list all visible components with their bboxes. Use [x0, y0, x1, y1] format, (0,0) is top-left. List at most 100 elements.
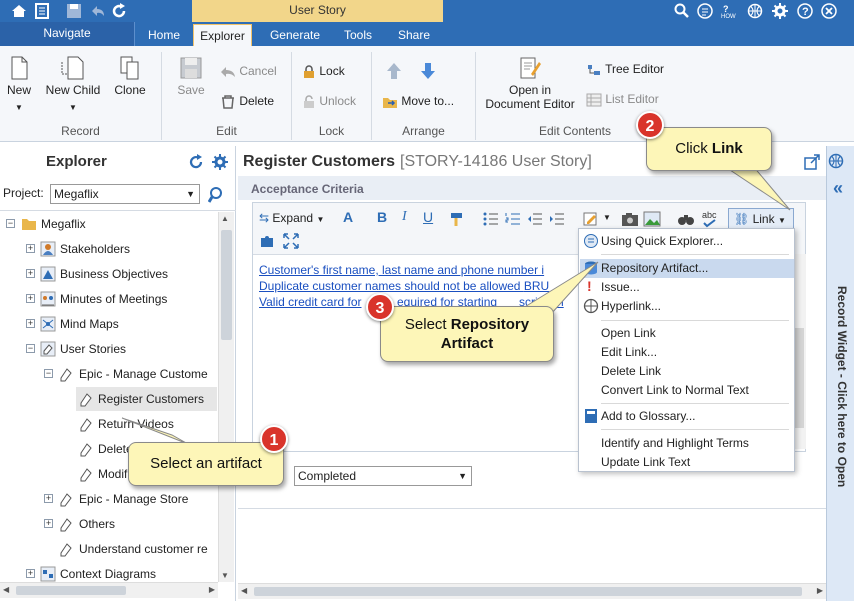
project-select[interactable]: Megaflix ▼ — [50, 184, 200, 204]
scroll-right-icon[interactable]: ▶ — [817, 586, 823, 595]
menu-item-repository-artifact[interactable]: Repository Artifact... — [579, 259, 794, 278]
close-circle-icon[interactable] — [821, 3, 837, 19]
menu-item-identify-highlight-terms[interactable]: Identify and Highlight Terms — [579, 434, 794, 453]
scroll-right-icon[interactable]: ▶ — [209, 585, 215, 594]
list-editor-button[interactable]: List Editor — [586, 92, 676, 107]
bold-icon[interactable]: B — [377, 209, 387, 225]
lock-button[interactable]: Lock — [302, 64, 368, 79]
fullscreen-icon[interactable] — [283, 233, 299, 249]
indent-icon[interactable] — [549, 212, 565, 226]
tab-share[interactable]: Share — [390, 24, 438, 46]
scroll-left-icon[interactable]: ◀ — [241, 586, 247, 595]
tab-tools[interactable]: Tools — [336, 24, 380, 46]
underline-icon[interactable]: U — [423, 209, 433, 225]
menu-item-using-quick-explorer[interactable]: Using Quick Explorer... — [579, 232, 794, 251]
menu-item-add-to-glossary[interactable]: Add to Glossary... — [579, 407, 794, 426]
expand-toggle[interactable]: + — [26, 319, 35, 328]
record-widget-sidebar[interactable]: « Record Widget - Click here to Open — [826, 146, 854, 601]
scrollbar-thumb[interactable] — [254, 587, 802, 596]
new-button[interactable]: New ▼ — [4, 56, 34, 112]
scroll-up-icon[interactable]: ▲ — [221, 214, 229, 223]
home-icon[interactable] — [10, 3, 28, 19]
tree-vertical-scrollbar[interactable]: ▲ ▼ — [218, 212, 234, 582]
move-down-icon[interactable] — [420, 62, 436, 80]
scroll-left-icon[interactable]: ◀ — [3, 585, 9, 594]
expand-toggle[interactable]: + — [26, 269, 35, 278]
menu-item-delete-link[interactable]: Delete Link — [579, 362, 794, 381]
unlock-button[interactable]: Unlock — [302, 94, 368, 109]
gear-icon[interactable] — [772, 3, 788, 19]
expand-toggle[interactable]: + — [26, 294, 35, 303]
chevrons-left-icon[interactable]: « — [833, 178, 843, 199]
tree-item-register-customers[interactable]: Register Customers — [98, 388, 204, 410]
menu-item-issue[interactable]: Issue... — [579, 278, 794, 297]
expand-toggle[interactable]: + — [44, 519, 53, 528]
refresh-icon[interactable] — [111, 3, 127, 19]
new-child-button[interactable]: New Child ▼ — [42, 56, 104, 112]
tab-home[interactable]: Home — [140, 24, 188, 46]
navigate-tab[interactable]: Navigate — [0, 22, 135, 46]
expand-toggle[interactable]: + — [26, 569, 35, 578]
edit-field-icon[interactable] — [583, 212, 599, 226]
bullet-list-icon[interactable] — [483, 212, 499, 226]
document-icon[interactable] — [34, 3, 50, 19]
tree-item-minutes-of-meetings[interactable]: Minutes of Meetings — [60, 288, 167, 310]
globe-icon[interactable] — [747, 3, 763, 19]
image-icon[interactable] — [643, 211, 661, 227]
tree-item-epic-manage-store[interactable]: Epic - Manage Store — [79, 488, 188, 510]
numbered-list-icon[interactable] — [505, 212, 521, 226]
help-icon[interactable]: ? — [797, 3, 813, 19]
tree-item-others[interactable]: Others — [79, 513, 115, 535]
tree-horizontal-scrollbar[interactable]: ◀ ▶ — [0, 582, 218, 598]
font-style-icon[interactable]: A — [343, 209, 353, 225]
move-up-icon[interactable] — [386, 62, 402, 80]
collapse-toggle[interactable]: − — [44, 369, 53, 378]
scroll-down-icon[interactable]: ▼ — [221, 571, 229, 580]
scrollbar-thumb[interactable] — [221, 230, 232, 340]
menu-item-edit-link[interactable]: Edit Link... — [579, 343, 794, 362]
gear-icon[interactable] — [212, 154, 228, 170]
cancel-button[interactable]: Cancel — [220, 64, 290, 78]
tree-item-return-videos[interactable]: Return Videos — [98, 413, 174, 435]
tree-item-epic-manage-customer[interactable]: Epic - Manage Custome — [79, 363, 208, 385]
expand-toggle[interactable]: + — [26, 244, 35, 253]
main-horizontal-scrollbar[interactable]: ◀ ▶ — [238, 583, 826, 599]
criteria-line-1[interactable]: Customer's first name, last name and pho… — [259, 263, 544, 277]
globe-icon[interactable] — [828, 153, 844, 169]
tree-item-modify[interactable]: Modif — [98, 463, 127, 485]
expand-button[interactable]: ⇆ Expand ▼ — [259, 211, 324, 225]
tree-item-user-stories[interactable]: User Stories — [60, 338, 126, 360]
tab-generate[interactable]: Generate — [262, 24, 328, 46]
criteria-line-3-part-1[interactable]: Valid credit card for — [259, 295, 362, 309]
open-document-editor-button[interactable]: Open in Document Editor — [480, 56, 580, 111]
spell-check-icon[interactable]: abc — [701, 209, 719, 229]
collapse-toggle[interactable]: − — [26, 344, 35, 353]
criteria-line-2[interactable]: Duplicate customer names should not be a… — [259, 279, 549, 293]
pop-out-icon[interactable] — [804, 154, 820, 170]
undo-icon[interactable] — [88, 3, 106, 19]
puzzle-icon[interactable] — [259, 233, 275, 249]
tree-item-mind-maps[interactable]: Mind Maps — [60, 313, 119, 335]
save-icon[interactable] — [66, 3, 82, 19]
menu-item-open-link[interactable]: Open Link — [579, 324, 794, 343]
collapse-toggle[interactable]: − — [6, 219, 15, 228]
save-button[interactable]: Save — [174, 56, 208, 97]
status-select[interactable]: Completed ▼ — [294, 466, 472, 486]
menu-item-convert-link[interactable]: Convert Link to Normal Text — [579, 381, 794, 400]
scrollbar-thumb[interactable] — [16, 586, 126, 595]
tab-explorer[interactable]: Explorer — [193, 24, 252, 46]
tree-item-business-objectives[interactable]: Business Objectives — [60, 263, 168, 285]
tree-item-megaflix[interactable]: Megaflix — [41, 213, 86, 235]
clone-button[interactable]: Clone — [110, 56, 150, 97]
format-painter-icon[interactable] — [449, 211, 467, 227]
find-binoculars-icon[interactable] — [677, 211, 695, 227]
delete-button[interactable]: Delete — [220, 94, 290, 109]
howto-icon[interactable]: ?HOW — [721, 3, 739, 19]
search-icon[interactable] — [208, 186, 226, 204]
menu-item-hyperlink[interactable]: Hyperlink... — [579, 297, 794, 316]
edit-circle-icon[interactable] — [697, 3, 713, 19]
dropdown-arrow-icon[interactable]: ▼ — [603, 213, 611, 222]
menu-item-update-link-text[interactable]: Update Link Text — [579, 453, 794, 472]
tree-item-stakeholders[interactable]: Stakeholders — [60, 238, 130, 260]
italic-icon[interactable]: I — [402, 209, 407, 225]
